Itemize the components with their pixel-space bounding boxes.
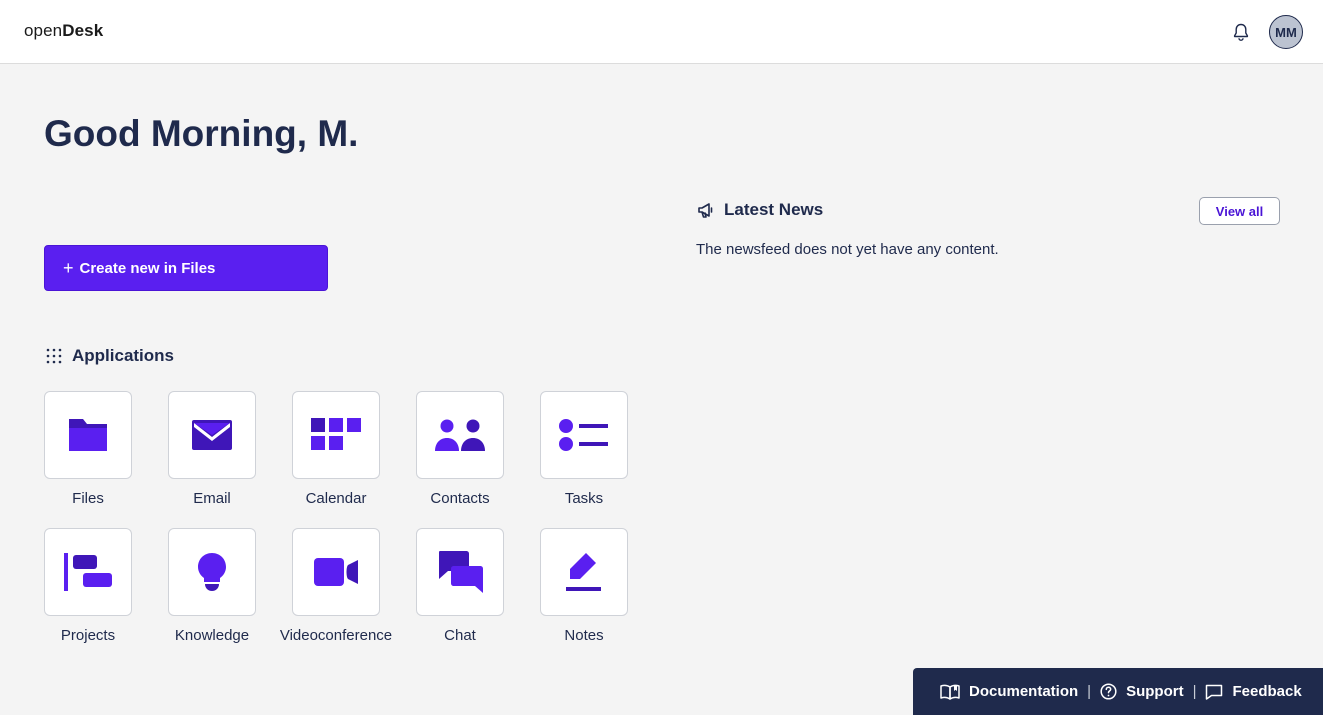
app-tasks[interactable]: Tasks	[522, 391, 646, 507]
app-label: Knowledge	[174, 627, 250, 644]
create-new-in-files-button[interactable]: + Create new in Files	[44, 245, 328, 291]
opendesk-logo[interactable]: openDesk	[24, 21, 103, 41]
app-tile[interactable]	[416, 391, 504, 479]
megaphone-icon	[698, 203, 713, 218]
grid-dots-icon	[46, 348, 62, 364]
app-label: Projects	[60, 627, 116, 644]
view-all-news-button[interactable]: View all	[1199, 197, 1280, 225]
app-tile[interactable]	[44, 528, 132, 616]
app-email[interactable]: Email	[150, 391, 274, 507]
app-tile[interactable]	[540, 391, 628, 479]
create-button-label: Create new in Files	[79, 259, 216, 277]
app-label: Calendar	[305, 490, 367, 507]
app-tile[interactable]	[292, 528, 380, 616]
contacts-icon	[435, 419, 485, 451]
support-label: Support	[1126, 683, 1184, 700]
bell-icon[interactable]	[1231, 22, 1251, 42]
user-avatar[interactable]: MM	[1269, 15, 1303, 49]
chat-bubbles-icon	[439, 551, 483, 593]
latest-news-heading-label: Latest News	[724, 200, 824, 219]
footer-separator: |	[1087, 683, 1092, 700]
applications-heading-label: Applications	[72, 346, 175, 365]
logo-text-light: open	[24, 21, 63, 40]
video-camera-icon	[314, 558, 358, 586]
feedback-link[interactable]: Feedback	[1205, 683, 1302, 700]
projects-icon	[64, 553, 112, 591]
app-projects[interactable]: Projects	[26, 528, 150, 644]
feedback-icon	[1206, 684, 1223, 700]
pencil-icon	[566, 553, 601, 591]
app-videoconference[interactable]: Videoconference	[274, 528, 398, 644]
app-label: Notes	[564, 627, 604, 644]
latest-news-heading: Latest News	[697, 200, 823, 220]
app-label: Contacts	[430, 490, 490, 507]
lightbulb-icon	[198, 553, 226, 591]
greeting-title: Good Morning, M.	[44, 113, 359, 154]
applications-heading: Applications	[46, 346, 174, 366]
app-tile[interactable]	[540, 528, 628, 616]
app-label: Email	[193, 490, 231, 507]
app-label: Chat	[444, 627, 476, 644]
app-label: Videoconference	[279, 627, 393, 644]
book-icon	[940, 684, 960, 700]
documentation-label: Documentation	[969, 683, 1079, 700]
app-chat[interactable]: Chat	[398, 528, 522, 644]
app-files[interactable]: Files	[26, 391, 150, 507]
folder-icon	[69, 419, 107, 451]
top-bar: openDesk MM	[0, 0, 1323, 64]
app-knowledge[interactable]: Knowledge	[150, 528, 274, 644]
app-tile[interactable]	[292, 391, 380, 479]
news-empty-message: The newsfeed does not yet have any conte…	[696, 241, 999, 258]
app-label: Files	[72, 490, 104, 507]
app-notes[interactable]: Notes	[522, 528, 646, 644]
logo-text-bold: Desk	[62, 21, 104, 40]
tasks-icon	[559, 419, 608, 451]
footer-separator: |	[1192, 683, 1197, 700]
calendar-icon	[311, 418, 361, 450]
support-link[interactable]: Support	[1100, 683, 1184, 700]
plus-icon: +	[63, 258, 74, 278]
envelope-icon	[192, 420, 232, 450]
help-footer-bar: Documentation | Support | Feedback	[913, 668, 1323, 715]
documentation-link[interactable]: Documentation	[940, 683, 1078, 700]
app-tile[interactable]	[44, 391, 132, 479]
app-tile[interactable]	[168, 528, 256, 616]
help-circle-icon	[1100, 683, 1117, 700]
app-calendar[interactable]: Calendar	[274, 391, 398, 507]
app-label: Tasks	[564, 490, 604, 507]
feedback-label: Feedback	[1232, 683, 1302, 700]
app-tile[interactable]	[416, 528, 504, 616]
app-tile[interactable]	[168, 391, 256, 479]
app-contacts[interactable]: Contacts	[398, 391, 522, 507]
